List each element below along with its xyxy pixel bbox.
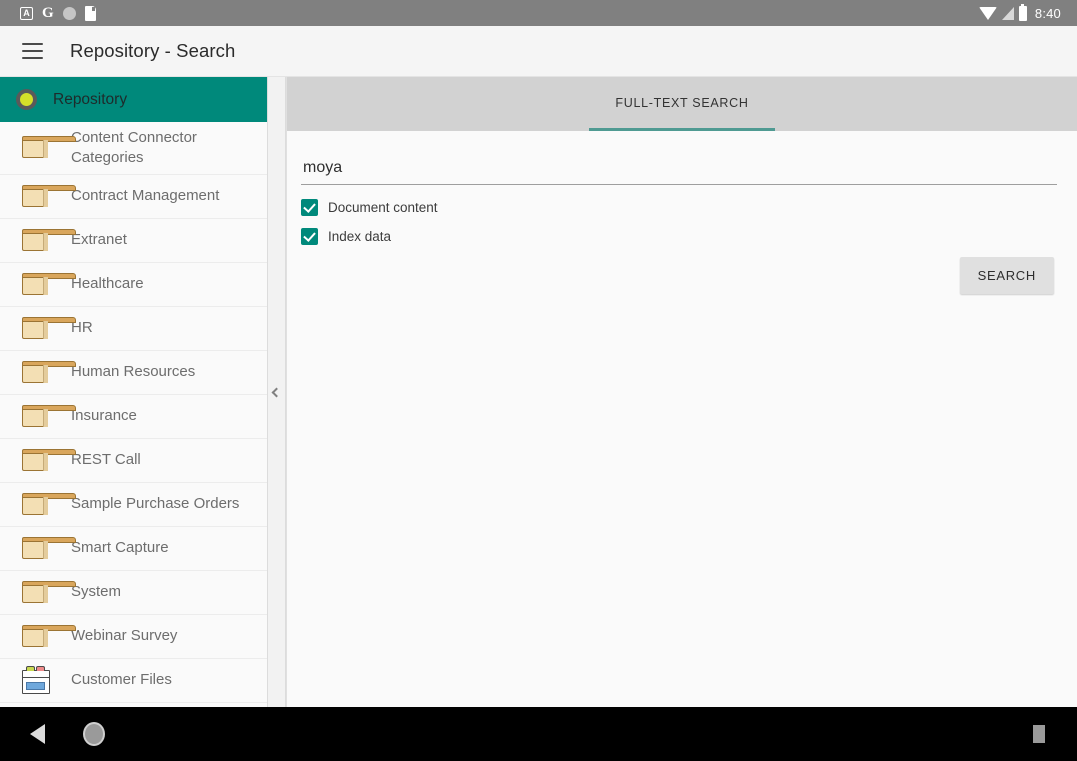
list-item[interactable]: REST Call [0, 439, 267, 483]
checkbox-checked-icon [301, 228, 318, 245]
tab-bar: FULL-TEXT SEARCH [287, 77, 1077, 131]
list-item-label: Extranet [71, 230, 127, 250]
list-item-label: Contract Management [71, 186, 219, 206]
list-item[interactable]: Content Connector Categories [0, 122, 267, 175]
sidebar-collapse-handle[interactable] [268, 77, 286, 707]
folder-icon [22, 405, 50, 428]
folder-icon [22, 361, 50, 384]
folder-icon [22, 136, 50, 159]
folder-icon [22, 449, 50, 472]
list-item[interactable]: Sample Purchase Orders [0, 483, 267, 527]
checkbox-index-data[interactable]: Index data [301, 228, 1057, 245]
android-status-bar: A G 8:40 [0, 0, 1077, 26]
repository-sidebar: Repository Content Connector Categories … [0, 77, 268, 707]
back-triangle-icon[interactable] [30, 724, 45, 744]
checkbox-label: Index data [328, 229, 391, 244]
list-item[interactable]: Human Resources [0, 351, 267, 395]
wifi-icon [979, 7, 997, 20]
sd-card-icon [85, 6, 96, 21]
list-item[interactable]: Extranet [0, 219, 267, 263]
folder-icon [22, 581, 50, 604]
folder-icon [22, 537, 50, 560]
signal-icon [1002, 7, 1014, 20]
circle-icon [63, 7, 76, 20]
button-row: SEARCH [301, 257, 1057, 294]
form-icon [22, 670, 50, 694]
checkbox-checked-icon [301, 199, 318, 216]
list-item-label: Human Resources [71, 362, 195, 382]
app-bar: Repository - Search [0, 26, 1077, 77]
list-item[interactable]: Contract Management [0, 175, 267, 219]
list-item[interactable]: HR [0, 307, 267, 351]
list-item-label: Insurance [71, 406, 137, 426]
status-bar-right-icons: 8:40 [979, 6, 1061, 21]
list-item-label: REST Call [71, 450, 141, 470]
folder-icon [22, 625, 50, 648]
search-input[interactable] [303, 159, 1055, 177]
hamburger-menu-icon[interactable] [22, 43, 43, 59]
device-screen: A G 8:40 Repository - Search Repository [0, 0, 1077, 761]
folder-icon [22, 493, 50, 516]
list-item[interactable]: Insurance [0, 395, 267, 439]
folder-list: Content Connector Categories Contract Ma… [0, 122, 267, 707]
folder-icon [22, 317, 50, 340]
checkbox-document-content[interactable]: Document content [301, 199, 1057, 216]
content-body: Repository Content Connector Categories … [0, 77, 1077, 707]
list-item-label: Sample Purchase Orders [71, 494, 239, 514]
search-card: FULL-TEXT SEARCH Document content Index … [286, 77, 1077, 707]
list-item[interactable]: Webinar Survey [0, 615, 267, 659]
list-item-label: Content Connector Categories [71, 128, 257, 168]
android-nav-bar [0, 707, 1077, 761]
repository-dot-icon [16, 89, 37, 110]
battery-icon [1019, 6, 1027, 21]
status-bar-left-icons: A G [20, 6, 96, 21]
sidebar-item-repository[interactable]: Repository [0, 77, 267, 122]
list-item-label: Customer Files [71, 670, 172, 690]
page-title: Repository - Search [70, 40, 235, 62]
google-g-icon: G [42, 6, 54, 21]
list-item-label: System [71, 582, 121, 602]
tab-full-text-search[interactable]: FULL-TEXT SEARCH [589, 77, 774, 131]
app-a-icon: A [20, 7, 33, 20]
list-item[interactable]: Customer Files [0, 659, 267, 703]
list-item[interactable]: System [0, 571, 267, 615]
search-button[interactable]: SEARCH [960, 257, 1054, 294]
search-field-wrapper [301, 159, 1057, 185]
folder-icon [22, 229, 50, 252]
folder-icon [22, 273, 50, 296]
sidebar-repository-label: Repository [53, 91, 127, 109]
search-form: Document content Index data SEARCH [287, 131, 1077, 707]
main-panel: FULL-TEXT SEARCH Document content Index … [286, 77, 1077, 707]
home-circle-icon[interactable] [83, 722, 105, 746]
list-item-label: Smart Capture [71, 538, 169, 558]
folder-icon [22, 185, 50, 208]
checkbox-label: Document content [328, 200, 438, 215]
list-item[interactable]: Healthcare [0, 263, 267, 307]
list-item-label: Webinar Survey [71, 626, 177, 646]
status-bar-clock: 8:40 [1035, 6, 1061, 21]
chevron-left-icon [272, 387, 282, 397]
recents-square-icon[interactable] [1033, 725, 1045, 743]
list-item-label: Healthcare [71, 274, 144, 294]
list-item[interactable]: Smart Capture [0, 527, 267, 571]
